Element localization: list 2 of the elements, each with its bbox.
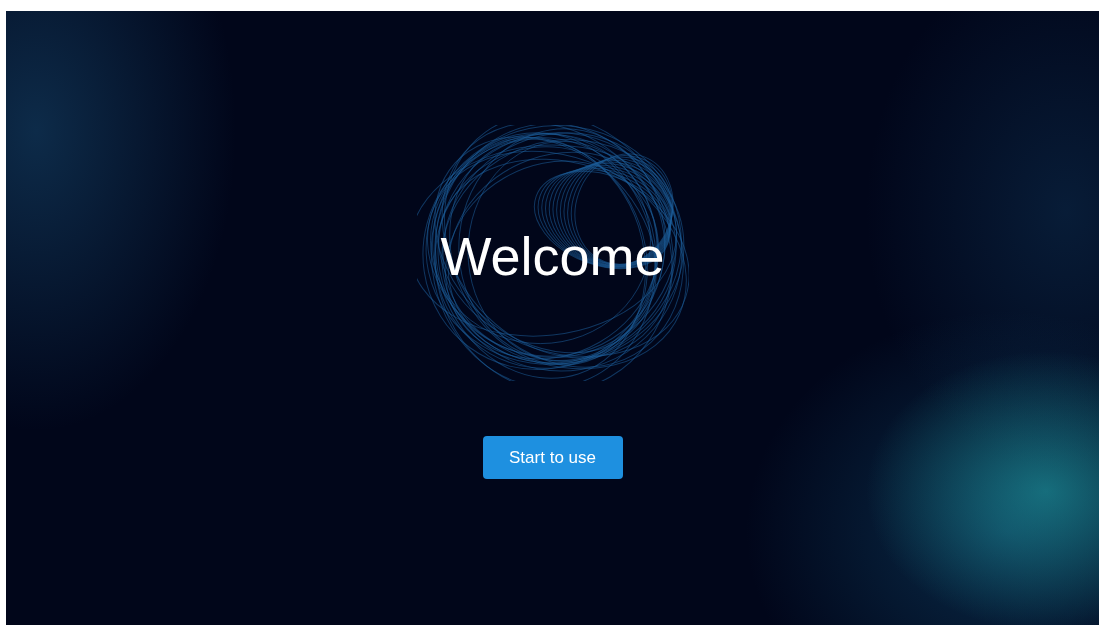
- start-button[interactable]: Start to use: [482, 436, 623, 479]
- welcome-title: Welcome: [440, 225, 665, 287]
